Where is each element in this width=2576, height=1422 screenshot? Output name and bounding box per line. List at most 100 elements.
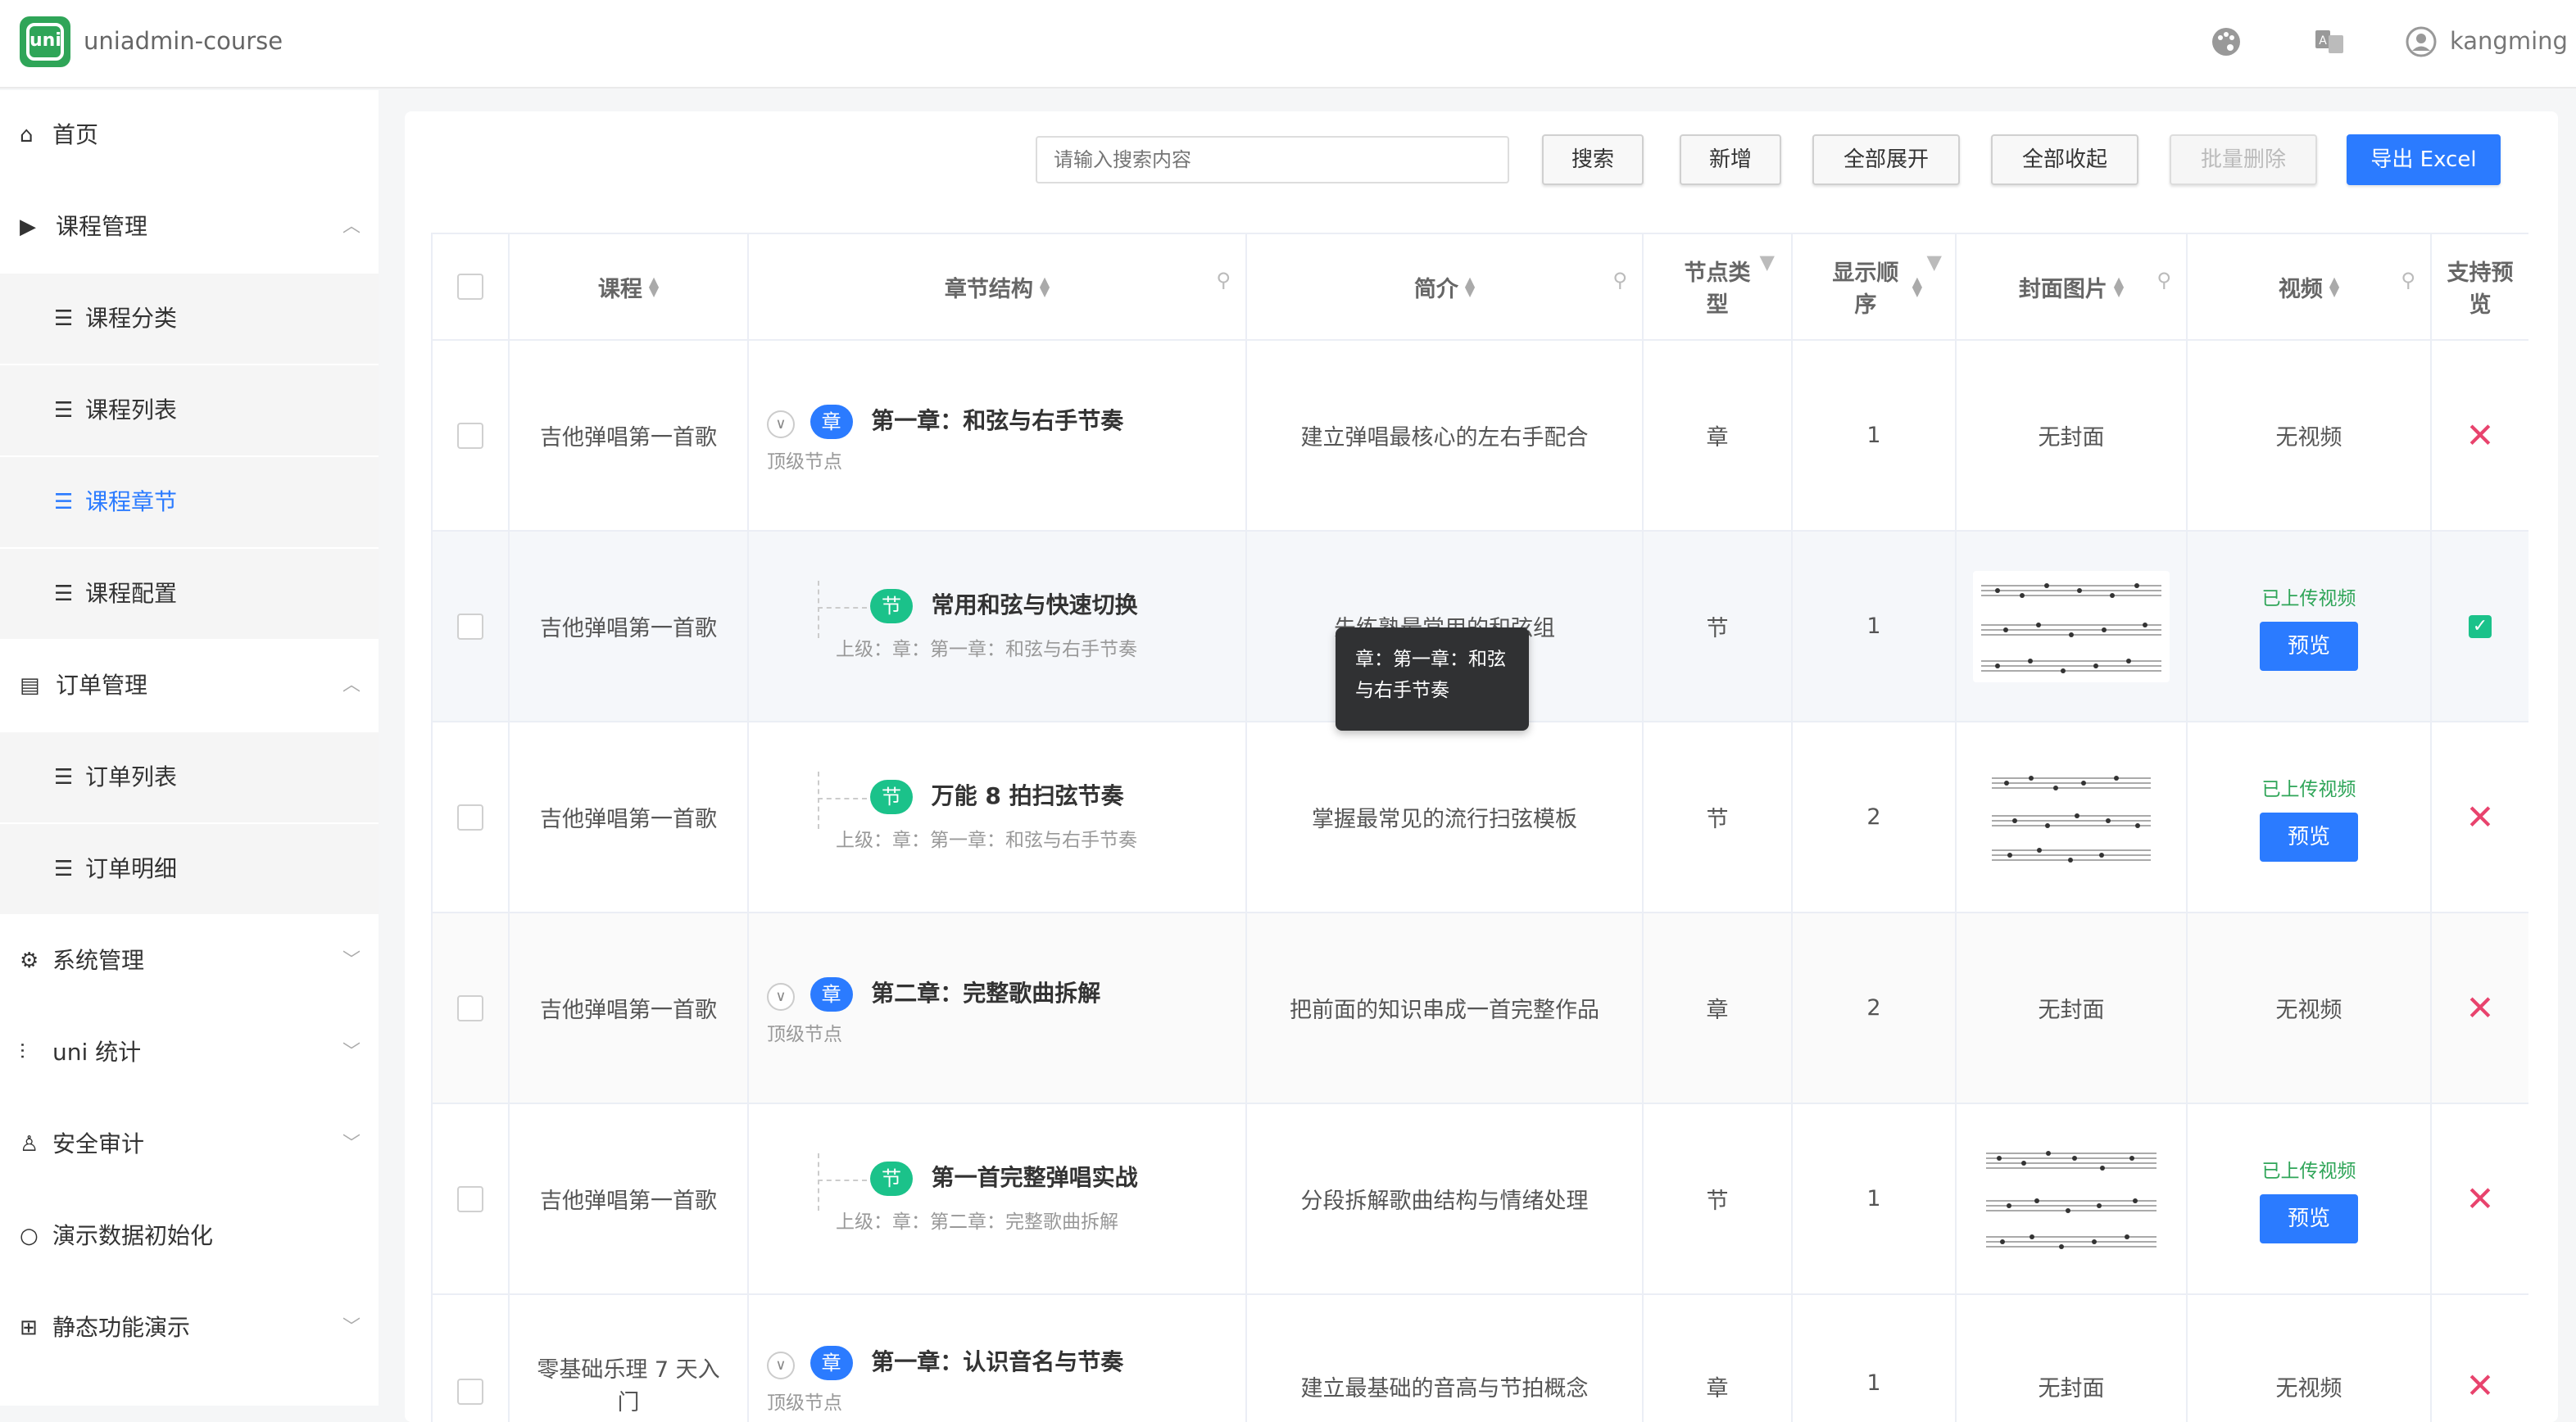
sidebar-item-order-detail[interactable]: ☰ 订单明细 [0,824,379,914]
grid-icon: ⊞ [20,1316,38,1340]
chevron-down-icon: ﹀ [342,950,361,971]
order-cell: 2 [1793,913,1957,1104]
expand-toggle-icon[interactable]: ∨ [767,983,795,1011]
sidebar-item-label: 课程章节 [85,488,178,515]
chapter-cell: 节 常用和弦与快速切换 上级：章：第一章：和弦与右手节奏 [749,532,1247,722]
expand-toggle-icon[interactable]: ∨ [767,410,795,438]
logo-text: uni [26,23,64,61]
preview-video-button[interactable]: 预览 [2260,621,2358,671]
app-logo[interactable]: uni [20,16,70,67]
header-label: 视频 [2278,276,2323,302]
sort-icon[interactable]: ▲ ▼ [1912,275,1922,298]
search-icon[interactable]: ⚲ [1216,269,1231,292]
chevron-down-icon: ﹀ [342,1317,361,1338]
palette-icon[interactable] [2206,21,2247,62]
sidebar-item-course-category[interactable]: ☰ 课程分类 [0,274,379,364]
header-label: 显示顺序 [1832,260,1899,318]
row-checkbox[interactable] [457,994,483,1021]
header-course[interactable]: 课程 ▲ ▼ [510,234,749,341]
add-button[interactable]: 新增 [1680,134,1781,185]
intro-cell: 建立最基础的音高与节拍概念 [1247,1295,1644,1422]
expand-toggle-icon[interactable]: ∨ [767,1352,795,1379]
sidebar-item-demo-data-init[interactable]: ○ 演示数据初始化 [0,1191,379,1281]
batch-delete-button[interactable]: 批量删除 [2170,134,2317,185]
search-input[interactable] [1036,136,1509,183]
sheet-music-thumbnail[interactable] [1973,570,2170,682]
header-video[interactable]: 视频 ▲ ▼ ⚲ [2188,234,2432,341]
preview-cell: ✓ [2432,532,2528,722]
header-cover[interactable]: 封面图片 ▲ ▼ ⚲ [1957,234,2188,341]
row-checkbox[interactable] [457,804,483,831]
home-icon: ⌂ [20,123,34,147]
sort-icon[interactable]: ▲ ▼ [2329,275,2339,298]
sidebar-item-order-management[interactable]: ▤ 订单管理 ︿ [0,641,379,731]
order-cell: 2 [1793,722,1957,913]
filter-icon[interactable]: ▼ [1760,251,1775,274]
row-checkbox[interactable] [457,422,483,449]
sidebar-item-label: 系统管理 [52,947,145,974]
sidebar-item-uni-stats[interactable]: ⫶ uni 统计 ﹀ [0,1008,379,1098]
sheet-music-thumbnail[interactable] [1985,761,2157,873]
search-button[interactable]: 搜索 [1542,134,1644,185]
cover-cell: 无封面 [1957,913,2188,1104]
sort-icon[interactable]: ▲ ▼ [1040,275,1050,298]
expand-all-button[interactable]: 全部展开 [1812,134,1960,185]
sidebar-item-label: 课程列表 [85,396,178,423]
sort-icon[interactable]: ▲ ▼ [1465,275,1475,298]
sidebar-item-label: 静态功能演示 [52,1314,191,1341]
header-preview[interactable]: 支持预览 [2432,234,2528,341]
close-icon: ✕ [2465,797,2495,837]
user-icon[interactable] [2401,21,2442,62]
sidebar-item-course-chapter[interactable]: ☰ 课程章节 [0,457,379,547]
sidebar-item-home[interactable]: ⌂ 首页 [0,90,379,180]
header-intro[interactable]: 简介 ▲ ▼ ⚲ [1247,234,1644,341]
sidebar-item-course-management[interactable]: ▶ 课程管理 ︿ [0,182,379,272]
cover-cell [1957,1104,2188,1295]
search-icon[interactable]: ⚲ [1612,269,1627,292]
search-icon[interactable]: ⚲ [2401,269,2415,292]
sidebar-item-system-management[interactable]: ⚙ 系统管理 ﹀ [0,916,379,1006]
chapter-title: 第一章：和弦与右手节奏 [871,407,1124,434]
header-node-type[interactable]: 节点类型 ▼ [1644,234,1793,341]
sort-icon[interactable]: ▲ ▼ [2114,275,2124,298]
sidebar-item-static-demo[interactable]: ⊞ 静态功能演示 ﹀ [0,1283,379,1373]
sheet-music-thumbnail[interactable] [1980,1141,2163,1257]
chevron-up-icon: ︿ [342,675,361,695]
sidebar-item-course-list[interactable]: ☰ 课程列表 [0,365,379,455]
sidebar-item-security-audit[interactable]: ♙ 安全审计 ﹀ [0,1099,379,1189]
preview-video-button[interactable]: 预览 [2260,812,2358,862]
section-tag: 节 [870,1162,913,1196]
row-checkbox[interactable] [457,1379,483,1405]
row-checkbox-cell [433,1104,510,1295]
collapse-all-button[interactable]: 全部收起 [1991,134,2138,185]
sidebar: ⌂ 首页 ▶ 课程管理 ︿ ☰ 课程分类 ☰ 课程列表 ☰ 课程章节 ☰ 课程配… [0,90,379,1406]
search-icon[interactable]: ⚲ [2156,269,2171,292]
row-checkbox[interactable] [457,1185,483,1212]
parent-label: 顶级节点 [767,451,842,473]
user-name[interactable]: kangming [2450,23,2568,59]
sidebar-item-order-list[interactable]: ☰ 订单列表 [0,732,379,822]
sidebar-item-label: 演示数据初始化 [52,1222,214,1249]
tree-line [818,581,819,638]
header-chapter[interactable]: 章节结构 ▲ ▼ ⚲ [749,234,1247,341]
row-checkbox[interactable] [457,613,483,640]
cover-cell: 无封面 [1957,1295,2188,1422]
sidebar-item-label: 课程分类 [85,305,178,332]
order-cell: 1 [1793,1295,1957,1422]
select-all-checkbox[interactable] [457,274,483,300]
chapter-cell: ∨ 章 第一章：和弦与右手节奏 顶级节点 [749,341,1247,532]
export-excel-button[interactable]: 导出 Excel [2347,134,2501,185]
sidebar-item-label: uni 统计 [52,1039,142,1066]
row-checkbox-cell [433,1295,510,1422]
header-label: 封面图片 [2018,276,2107,302]
sidebar-item-course-config[interactable]: ☰ 课程配置 [0,549,379,639]
sort-icon[interactable]: ▲ ▼ [649,275,659,298]
video-cell: 无视频 [2188,341,2432,532]
video-uploaded-label: 已上传视频 [2261,587,2356,609]
header-order[interactable]: 显示顺序 ▲ ▼ ▼ [1793,234,1957,341]
filter-icon[interactable]: ▼ [1927,251,1942,274]
preview-cell: ✕ [2432,1295,2528,1422]
chevron-down-icon: ﹀ [342,1134,361,1154]
translate-icon[interactable]: A [2309,21,2350,62]
preview-video-button[interactable]: 预览 [2260,1193,2358,1243]
